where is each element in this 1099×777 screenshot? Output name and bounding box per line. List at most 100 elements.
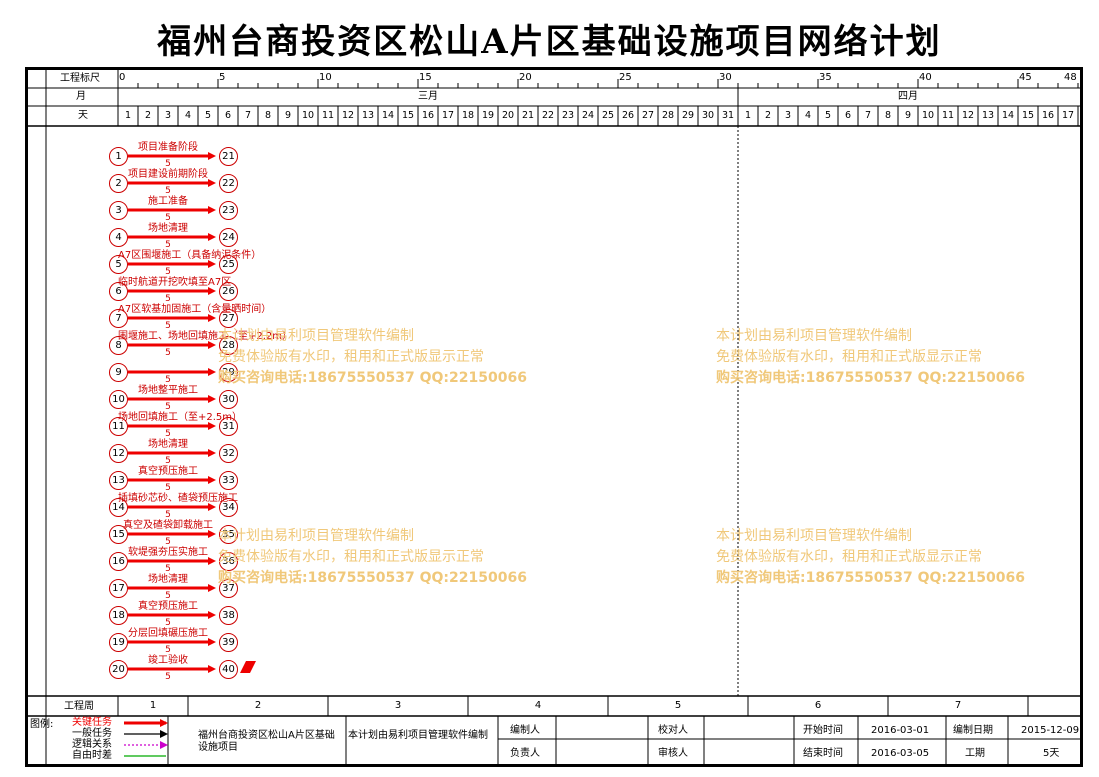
task-duration: 5 [165,186,171,196]
task-duration: 5 [165,375,171,385]
task-label: 分层回填碾压施工 [128,628,208,639]
task-duration: 5 [165,240,171,250]
day-cell: 29 [681,110,695,121]
period-value: 5天 [1043,748,1060,759]
task-duration: 5 [165,672,171,682]
week-cell: 7 [954,700,962,711]
task-label: 场地清理 [148,439,188,450]
task-duration: 5 [165,402,171,412]
checker-label: 校对人 [658,725,688,736]
week-cell: 3 [394,700,402,711]
task-duration: 5 [165,294,171,304]
task-duration: 5 [165,645,171,655]
start-value: 2016-03-01 [871,725,930,736]
chart-title: 福州台商投资区松山A片区基础设施项目网络计划 [157,22,942,62]
event-node: 40 [219,660,238,679]
day-cell: 24 [581,110,595,121]
event-node: 21 [219,147,238,166]
event-node: 23 [219,201,238,220]
task-label: 场地整平施工 [138,385,198,396]
day-cell: 11 [321,110,335,121]
day-label: 天 [78,110,88,121]
watermark-line: 本计划由易利项目管理软件编制 [716,328,912,344]
watermark-line: 购买咨询电话:18675550537 QQ:22150066 [716,370,1025,386]
watermark-line: 本计划由易利项目管理软件编制 [218,328,414,344]
day-cell: 28 [661,110,675,121]
event-node: 22 [219,174,238,193]
watermark-line: 本计划由易利项目管理软件编制 [218,528,414,544]
day-cell: 6 [224,110,232,121]
task-label: A7区围堰施工（具备纳泥条件） [118,250,262,261]
day-cell: 16 [1041,110,1055,121]
ruler-tick-label: 35 [819,72,832,83]
watermark-line: 购买咨询电话:18675550537 QQ:22150066 [218,570,527,586]
day-cell: 21 [521,110,535,121]
legend-label: 自由时差 [72,750,112,761]
task-label: 临时航道开挖吹填至A7区 [118,277,232,288]
ruler-tick-label: 0 [119,72,126,83]
task-duration: 5 [165,537,171,547]
week-cell: 6 [814,700,822,711]
ruler-tick-label: 10 [319,72,332,83]
day-cell: 7 [244,110,252,121]
task-label: A7区软基加固施工（含量晒时间） [118,304,272,315]
event-node: 33 [219,471,238,490]
start-label: 开始时间 [803,725,843,736]
day-cell: 9 [284,110,292,121]
day-cell: 3 [164,110,172,121]
day-cell: 23 [561,110,575,121]
day-cell: 27 [641,110,655,121]
task-duration: 5 [165,483,171,493]
date-value: 2015-12-09 [1021,725,1080,736]
ruler-tick-label: 20 [519,72,532,83]
day-cell: 12 [961,110,975,121]
task-label: 软堤强夯压实施工 [128,547,208,558]
legend-arrow [160,730,168,738]
day-cell: 26 [621,110,635,121]
network-chart-frame: 工程标尺 月 天 三月 四月 0 5 10 15 20 25 30 35 40 45 48 1234… [25,67,1083,767]
day-cell: 14 [381,110,395,121]
legend-arrow [160,741,168,749]
task-duration: 5 [165,591,171,601]
day-cell: 17 [1061,110,1075,121]
software-note: 本计划由易利项目管理软件编制 [348,730,488,741]
day-cell: 12 [341,110,355,121]
reviewer-label: 审核人 [658,748,688,759]
day-cell: 3 [784,110,792,121]
event-node: 38 [219,606,238,625]
watermark-line: 免费体验版有水印，租用和正式版显示正常 [716,349,982,365]
day-cell: 11 [941,110,955,121]
day-cell: 10 [921,110,935,121]
task-duration: 5 [165,618,171,628]
day-cell: 7 [864,110,872,121]
task-label: 真空及碴袋卸载施工 [123,520,213,531]
watermark-line: 本计划由易利项目管理软件编制 [716,528,912,544]
watermark-line: 免费体验版有水印，租用和正式版显示正常 [218,349,484,365]
day-cell: 6 [844,110,852,121]
ruler-tick-label: 45 [1019,72,1032,83]
day-cell: 13 [361,110,375,121]
day-cell: 19 [481,110,495,121]
task-duration: 5 [165,429,171,439]
month-march: 三月 [418,91,438,102]
task-label: 插填砂芯砂、碴袋预压施工 [118,493,238,504]
task-label: 场地回填施工（至+2.5m） [118,412,243,423]
ruler-tick-label: 40 [919,72,932,83]
task-duration: 5 [165,564,171,574]
ruler-tick-label: 30 [719,72,732,83]
month-label: 月 [76,91,86,102]
task-label: 施工准备 [148,196,188,207]
end-value: 2016-03-05 [871,748,930,759]
watermark-line: 免费体验版有水印，租用和正式版显示正常 [218,549,484,565]
task-duration: 5 [165,321,171,331]
project-name: 福州台商投资区松山A片区基础设施项目 [198,730,335,753]
event-node: 24 [219,228,238,247]
event-node: 32 [219,444,238,463]
day-cell: 10 [301,110,315,121]
task-duration: 5 [165,348,171,358]
task-duration: 5 [165,159,171,169]
event-node: 30 [219,390,238,409]
task-label: 真空预压施工 [138,466,198,477]
task-duration: 5 [165,267,171,277]
ruler-tick-label: 5 [219,72,226,83]
